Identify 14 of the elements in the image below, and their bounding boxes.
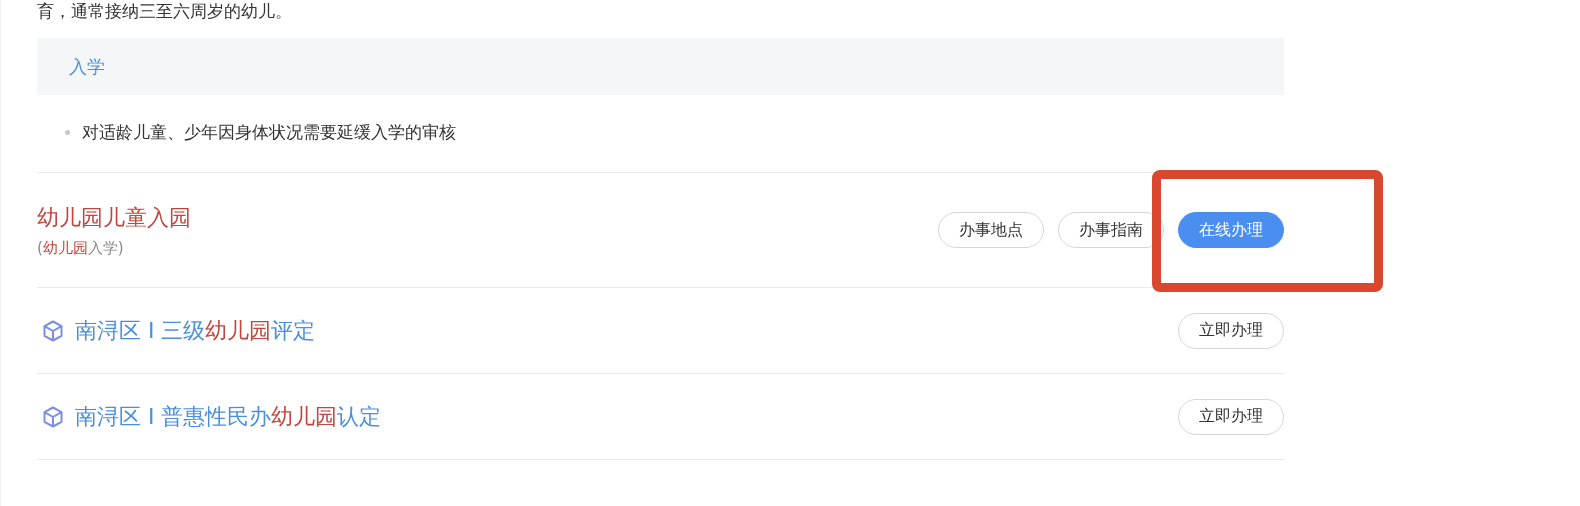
bullet-text: 对适龄儿童、少年因身体状况需要延缓入学的审核 (82, 121, 456, 144)
bullet-dot (65, 130, 70, 135)
category-label: 入学 (69, 54, 105, 79)
action-button[interactable]: 立即办理 (1178, 398, 1284, 435)
cube-icon (41, 318, 65, 343)
action-button[interactable]: 办事指南 (1058, 212, 1164, 248)
action-button[interactable]: 办事地点 (938, 212, 1044, 248)
cube-icon (41, 404, 65, 429)
service-title-link[interactable]: 幼儿园儿童入园 (37, 202, 191, 233)
service-title-link[interactable]: 南浔区 I 普惠性民办幼儿园认定 (75, 401, 382, 432)
service-subtitle: (幼儿园入学) (37, 238, 125, 258)
action-button[interactable]: 立即办理 (1178, 312, 1284, 349)
intro-text: 育，通常接纳三至六周岁的幼儿。 (37, 0, 293, 23)
service-title-link[interactable]: 南浔区 I 三级幼儿园评定 (75, 315, 316, 346)
